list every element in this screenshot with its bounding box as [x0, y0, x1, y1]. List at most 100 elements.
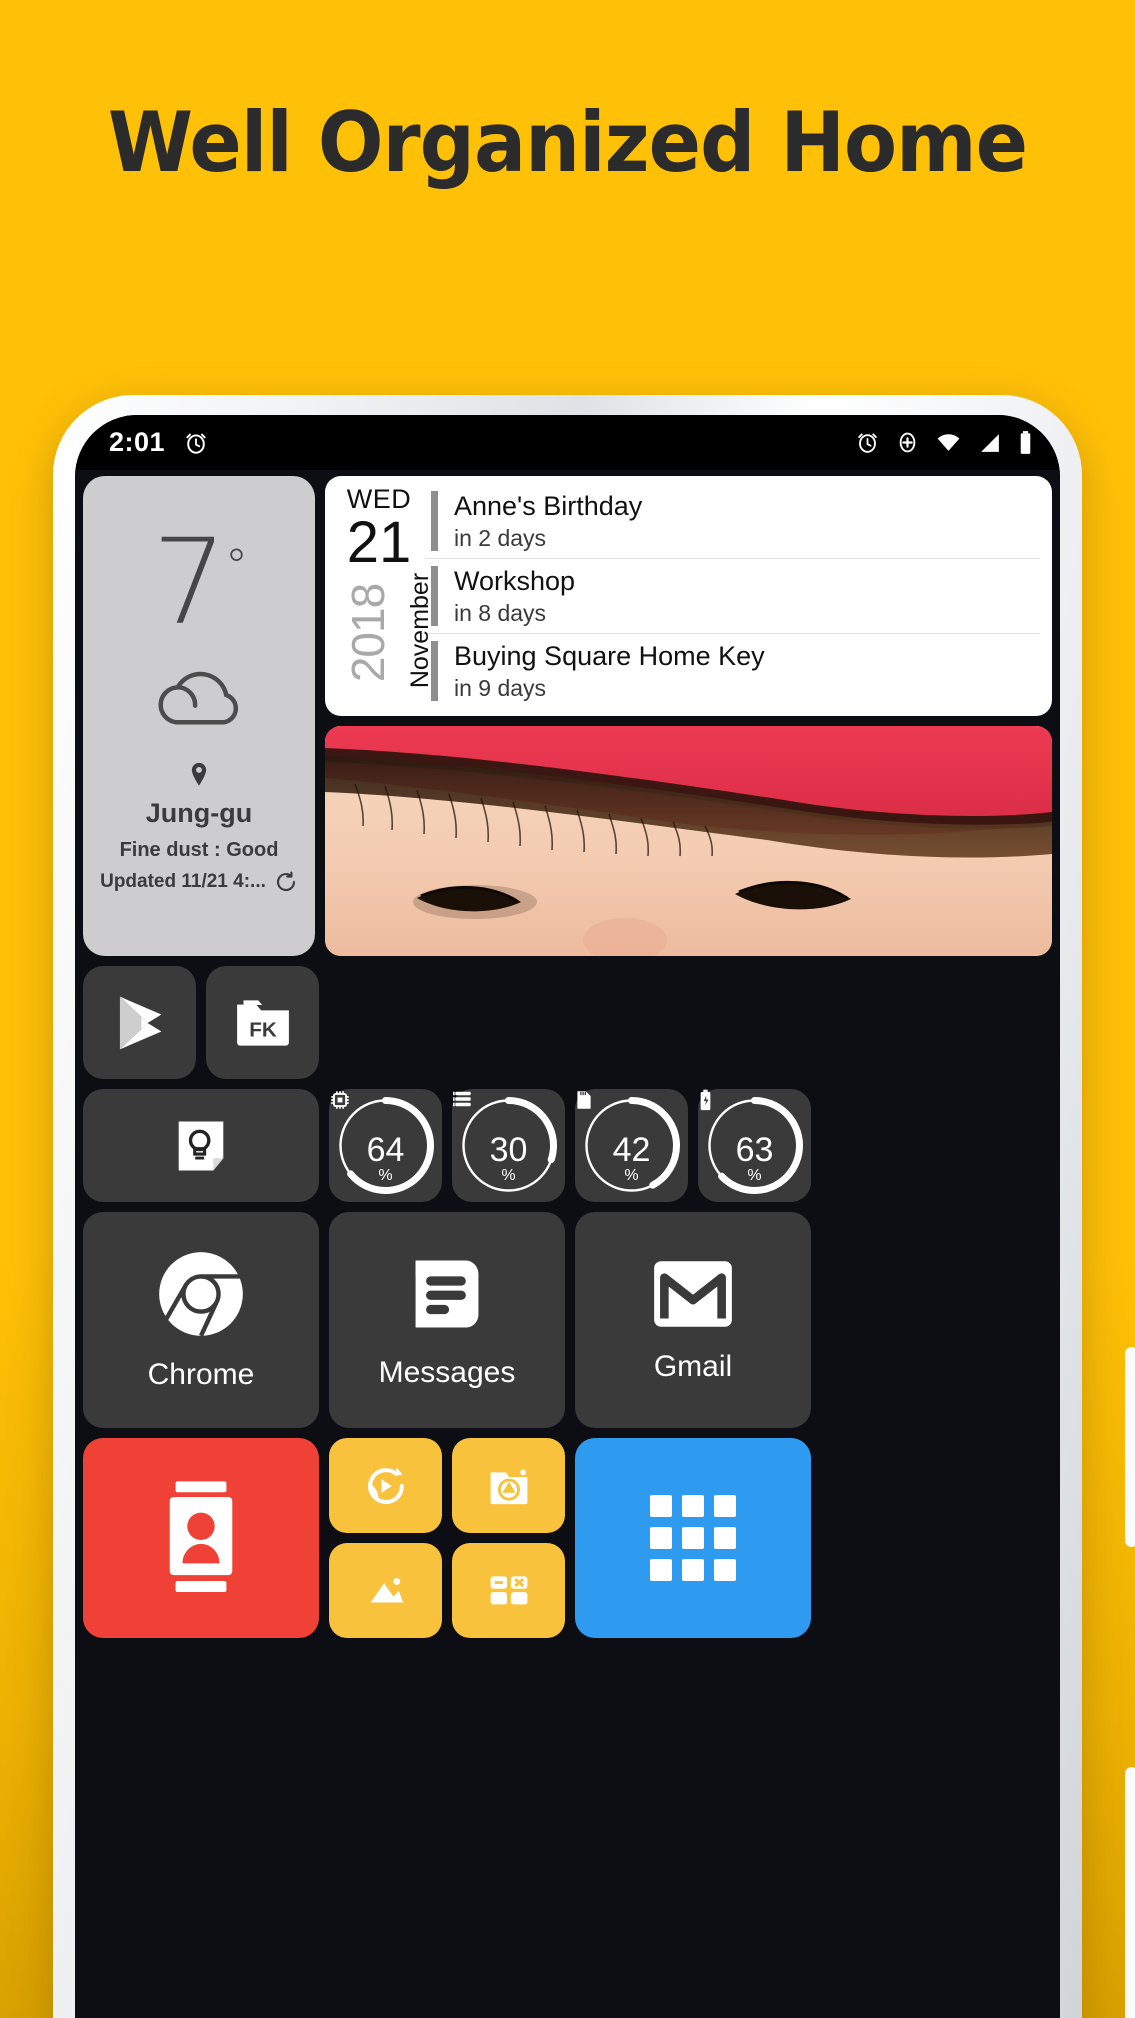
gauge-unit: % — [378, 1166, 393, 1184]
play-store-icon — [119, 996, 161, 1049]
add-circle-icon — [899, 432, 916, 453]
gauge-value: 30 — [489, 1130, 528, 1169]
contacts-dock-tile[interactable] — [83, 1438, 319, 1638]
app-label: Messages — [378, 1356, 516, 1389]
right-widget-column: WED 21 2018 November Anne's Birthday in … — [325, 476, 1052, 956]
alarm-icon — [858, 433, 877, 453]
google-keep-tile[interactable] — [83, 1089, 319, 1202]
event-text: Workshop in 8 days — [454, 565, 575, 628]
gauge-content: 64 % — [329, 1089, 442, 1202]
media-player-dock-tile[interactable] — [329, 1438, 442, 1533]
calculator-icon — [490, 1575, 527, 1604]
event-when: in 2 days — [454, 524, 547, 551]
weather-widget[interactable]: 7° Jung-gu Fine dust: Good Updated 11/2… — [83, 476, 315, 956]
calendar-month: November — [406, 572, 435, 689]
calendar-day: 21 — [346, 510, 412, 575]
chrome-app-tile[interactable]: Chrome — [83, 1212, 319, 1428]
ram-gauge[interactable]: 30 % — [452, 1089, 565, 1202]
phone-mockup: 2:01 7° Jung-gu Fine dust: Good Updated… — [53, 395, 1135, 2018]
gauge-value: 42 — [612, 1130, 651, 1169]
app-label: Chrome — [147, 1358, 255, 1391]
gauge-unit: % — [747, 1166, 762, 1184]
temperature-value: 7 — [151, 512, 227, 651]
cpu-gauge[interactable]: 64 % — [329, 1089, 442, 1202]
messages-icon — [415, 1260, 479, 1328]
camera-dock-tile[interactable] — [452, 1438, 565, 1533]
messages-app-tile[interactable]: Messages — [329, 1212, 565, 1428]
status-bar-right-icons — [855, 430, 1034, 456]
widgets-row: 7° Jung-gu Fine dust: Good Updated 11/2… — [83, 476, 1052, 956]
home-screen: 7° Jung-gu Fine dust: Good Updated 11/2… — [75, 470, 1060, 2018]
event-title: Buying Square Home Key — [454, 640, 765, 671]
status-bar-clock: 2:01 — [109, 427, 166, 457]
degree-symbol: ° — [225, 539, 248, 593]
sdcard-gauge[interactable]: 42 % — [575, 1089, 688, 1202]
alarm-icon — [186, 433, 206, 454]
play-store-tile[interactable] — [83, 966, 196, 1079]
contacts-icon — [169, 1481, 233, 1592]
gallery-icon — [370, 1577, 403, 1602]
status-bar-left-icons — [183, 430, 209, 456]
phone-volume-button[interactable] — [1125, 1767, 1135, 2018]
fine-dust-status: Fine dust : Good — [119, 839, 279, 862]
battery-icon — [1020, 430, 1031, 454]
gauge-content: 30 % — [452, 1089, 565, 1202]
app-label: Gmail — [653, 1350, 733, 1383]
calendar-year-month: 2018 November — [333, 572, 434, 690]
app-drawer-dock-tile[interactable] — [575, 1438, 811, 1638]
camera-icon — [490, 1469, 527, 1504]
phone-screen: 2:01 7° Jung-gu Fine dust: Good Updated… — [75, 415, 1060, 2018]
app-grid-icon — [650, 1495, 736, 1581]
location-pin-icon — [188, 761, 210, 794]
calculator-dock-tile[interactable] — [452, 1543, 565, 1638]
svg-text:FK: FK — [249, 1018, 277, 1041]
gmail-app-tile[interactable]: Gmail — [575, 1212, 811, 1428]
phone-power-button[interactable] — [1125, 1347, 1135, 1547]
weather-updated-row: Updated 11/21 4:... — [100, 870, 298, 894]
dock-middle-row-2 — [329, 1543, 565, 1638]
wifi-icon — [937, 434, 960, 451]
event-color-bar — [431, 491, 438, 551]
gallery-dock-tile[interactable] — [329, 1543, 442, 1638]
calendar-date-block: WED 21 2018 November — [333, 484, 434, 708]
dock-middle-tiles — [329, 1438, 565, 1638]
photo-widget[interactable] — [325, 726, 1052, 956]
media-player-icon — [367, 1467, 404, 1504]
calendar-event[interactable]: Buying Square Home Key in 9 days — [425, 634, 1040, 708]
calendar-event[interactable]: Anne's Birthday in 2 days — [425, 484, 1040, 559]
file-commander-tile[interactable]: FK — [206, 966, 319, 1079]
cloud-icon — [140, 658, 258, 735]
promo-screenshot: Well Organized Home 2:01 7° Jung-gu Fine… — [0, 0, 1135, 2018]
apps-row: Chrome Messages Gmail — [83, 1212, 1052, 1428]
gauge-unit: % — [624, 1166, 639, 1184]
gmail-icon — [654, 1261, 732, 1327]
page-title: Well Organized Home — [107, 94, 1028, 191]
weather-updated-text: Updated 11/21 4:... — [100, 871, 266, 893]
google-keep-icon — [178, 1120, 224, 1171]
event-text: Buying Square Home Key in 9 days — [454, 640, 765, 703]
gauge-value: 63 — [735, 1130, 774, 1169]
calendar-event[interactable]: Workshop in 8 days — [425, 559, 1040, 634]
file-commander-icon: FK — [236, 999, 289, 1046]
dock — [83, 1438, 1052, 1638]
gauge-content: 42 % — [575, 1089, 688, 1202]
gauges-row: 64 % 30 % 42 % 63 % — [83, 1089, 1052, 1202]
event-when: in 9 days — [454, 674, 547, 701]
event-text: Anne's Birthday in 2 days — [454, 490, 642, 553]
event-title: Anne's Birthday — [454, 490, 643, 521]
calendar-widget[interactable]: WED 21 2018 November Anne's Birthday in … — [325, 476, 1052, 716]
calendar-year: 2018 — [342, 583, 395, 683]
shortcut-row: FK — [83, 966, 1052, 1079]
gauge-unit: % — [501, 1166, 516, 1184]
weather-city: Jung-gu — [145, 798, 253, 829]
dock-middle-row-1 — [329, 1438, 565, 1533]
refresh-icon[interactable] — [274, 870, 298, 894]
event-when: in 8 days — [454, 599, 547, 626]
calendar-event-list: Anne's Birthday in 2 days Workshop in 8 … — [425, 484, 1040, 708]
battery-gauge[interactable]: 63 % — [698, 1089, 811, 1202]
chrome-icon — [159, 1252, 243, 1337]
child-portrait-photo — [325, 726, 1052, 956]
signal-icon — [981, 434, 999, 452]
gauge-value: 64 — [366, 1130, 405, 1169]
gauge-content: 63 % — [698, 1089, 811, 1202]
